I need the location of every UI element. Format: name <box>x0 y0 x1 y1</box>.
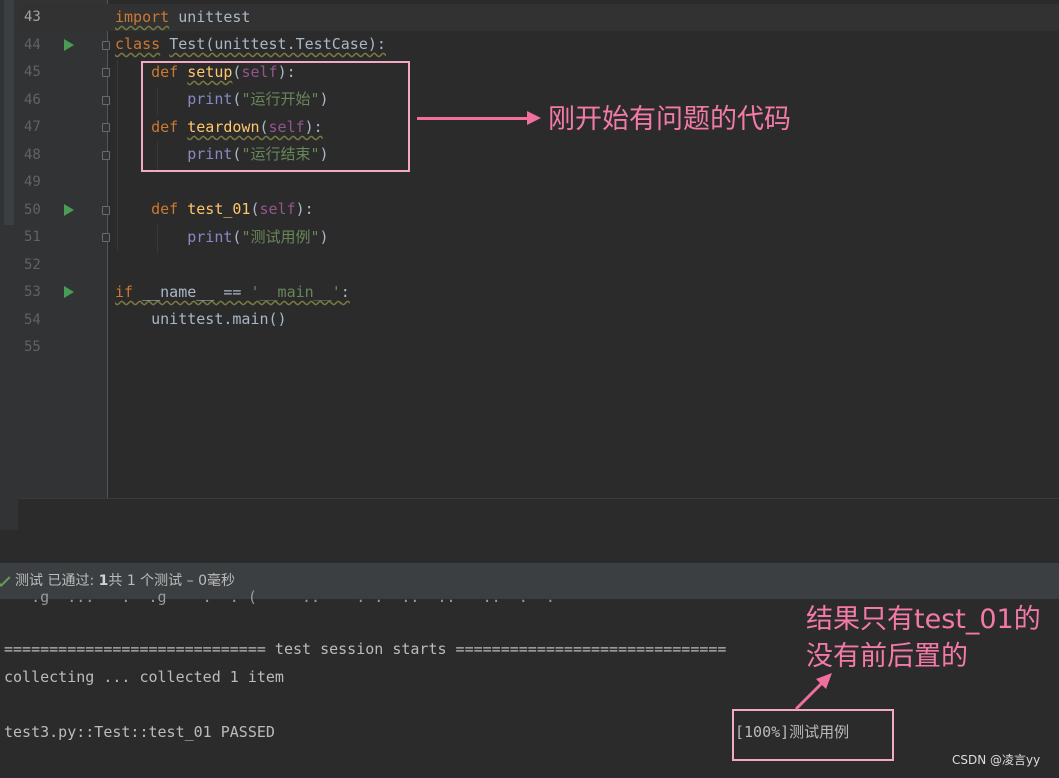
line-number: 54 <box>24 311 41 328</box>
code-text: unittest <box>169 8 251 26</box>
line-number: 48 <box>24 146 41 163</box>
code-line-44[interactable]: class Test(unittest.TestCase): <box>115 31 386 58</box>
line-number: 55 <box>24 339 41 355</box>
keyword: def <box>151 200 179 218</box>
function-name: test_01 <box>187 200 251 218</box>
code-text: unittest.main() <box>151 310 287 328</box>
annotation-bottom-line2: 没有前后置的 <box>806 641 968 672</box>
code-text: ): <box>295 200 314 218</box>
string-literal: "测试用例" <box>241 228 320 246</box>
line-number: 51 <box>24 229 41 245</box>
fold-marker-icon[interactable] <box>102 205 110 215</box>
code-line-51[interactable]: print("测试用例") <box>115 224 329 251</box>
class-name: Test <box>169 35 206 53</box>
fold-marker-icon[interactable] <box>102 40 110 50</box>
keyword: class <box>115 35 161 53</box>
fold-marker-icon[interactable] <box>102 68 110 77</box>
line-number: 46 <box>24 91 41 108</box>
annotation-arrow-head <box>527 111 541 125</box>
code-text: (unittest.TestCase): <box>205 35 386 53</box>
annotation-arrow-shaft <box>417 117 529 120</box>
line-number: 52 <box>24 256 41 273</box>
code-text: ) <box>319 228 329 246</box>
code-line-43[interactable]: import unittest <box>115 4 250 31</box>
console-collect-line: collecting ... collected 1 item <box>4 668 284 686</box>
panel-separator <box>0 530 1059 563</box>
fold-marker-icon[interactable] <box>102 233 110 242</box>
project-tool-strip <box>0 0 18 530</box>
line-number: 53 <box>24 284 41 300</box>
keyword: import <box>115 8 170 26</box>
fold-marker-icon[interactable] <box>102 150 110 160</box>
builtin-print: print <box>187 228 233 246</box>
highlight-box-output <box>732 709 894 761</box>
line-number: 50 <box>24 201 41 218</box>
run-gutter-icon[interactable] <box>64 38 74 51</box>
code-text: ( <box>250 200 260 218</box>
editor-bottom-area <box>18 498 1059 531</box>
run-gutter-icon[interactable] <box>64 286 74 298</box>
console-session-line: ============================= test sessi… <box>4 640 727 658</box>
annotation-arrow-2 <box>794 673 832 711</box>
line-number: 49 <box>24 174 41 190</box>
run-gutter-icon[interactable] <box>64 203 74 216</box>
fold-marker-icon[interactable] <box>102 95 110 105</box>
code-text: : <box>340 283 350 301</box>
line-number: 44 <box>24 36 41 53</box>
annotation-bottom-line1: 结果只有test_01的 <box>806 604 1041 635</box>
annotation-arrow-2-shaft <box>794 679 826 711</box>
code-text: __name__ == <box>133 283 251 301</box>
code-line-50[interactable]: def test_01(self): <box>115 196 314 223</box>
code-line-53[interactable]: if __name__ == '__main__': <box>115 279 350 306</box>
code-line-54[interactable]: unittest.main() <box>115 306 287 333</box>
string-literal: '__main__' <box>250 283 341 301</box>
fold-marker-icon[interactable] <box>102 123 110 132</box>
scroll-thumb[interactable] <box>4 0 14 225</box>
highlight-box-setup-teardown <box>141 61 410 172</box>
watermark: CSDN @凌言yy <box>952 753 1041 767</box>
annotation-top: 刚开始有问题的代码 <box>548 104 791 135</box>
line-number: 45 <box>24 64 41 80</box>
self-param: self <box>259 200 296 218</box>
keyword: if <box>115 283 134 301</box>
console-clipped-line: .g ... . .g . . ( .. . . .. .. .. . . <box>4 588 555 606</box>
console-result-line: test3.py::Test::test_01 PASSED <box>4 723 275 741</box>
line-number: 43 <box>24 9 41 25</box>
line-number: 47 <box>24 119 41 135</box>
